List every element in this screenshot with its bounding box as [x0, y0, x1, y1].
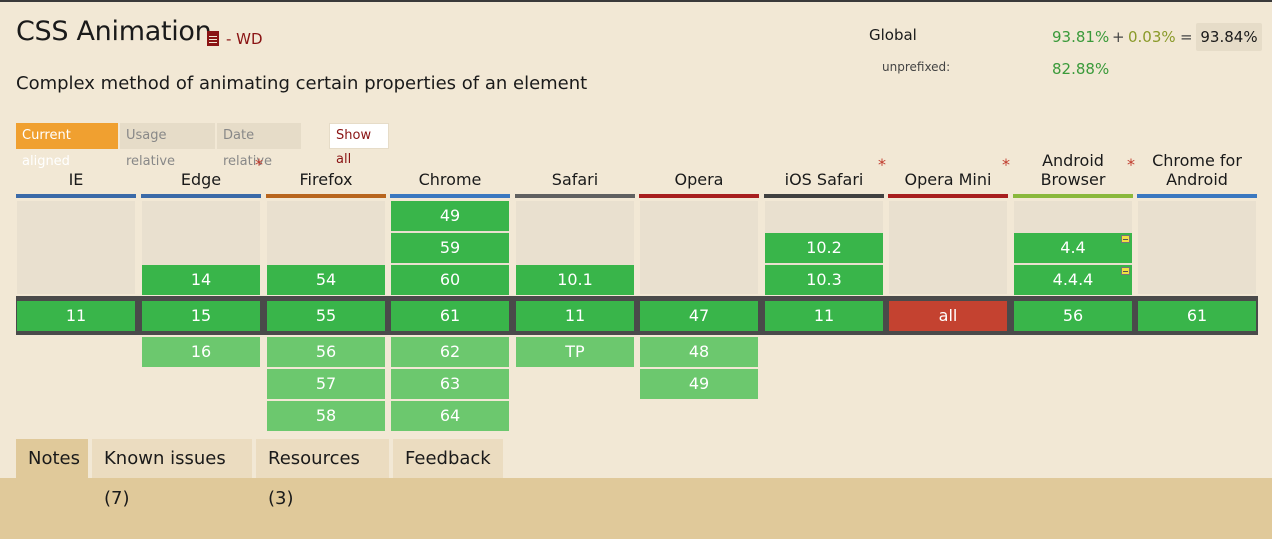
- view-usage-relative-tab[interactable]: Usage relative: [120, 123, 215, 169]
- prefix-note-asterisk[interactable]: *: [1127, 155, 1135, 174]
- browser-name: Edge: [180, 170, 222, 189]
- future-version-cell[interactable]: 63: [391, 369, 509, 399]
- browser-header[interactable]: Android Browser *: [1013, 151, 1135, 198]
- usage-partial-percent: 0.03%: [1128, 28, 1176, 46]
- current-version-cell[interactable]: 47: [640, 301, 758, 331]
- browser-color-bar: [515, 194, 635, 198]
- browser-name: IE: [68, 170, 84, 189]
- browser-color-bar: [888, 194, 1008, 198]
- future-version-cell[interactable]: 56: [267, 337, 385, 367]
- spec-status-link[interactable]: - WD: [226, 30, 263, 48]
- usage-plus-sign: +: [1112, 28, 1125, 46]
- current-version-cell[interactable]: 61: [1138, 301, 1256, 331]
- future-version-cell[interactable]: 57: [267, 369, 385, 399]
- browser-header[interactable]: iOS Safari *: [764, 153, 886, 198]
- browser-name: Chrome for Android: [1137, 151, 1257, 189]
- version-cell[interactable]: 4.4.4: [1014, 265, 1132, 295]
- future-version-cell[interactable]: 62: [391, 337, 509, 367]
- show-all-button[interactable]: Show all: [329, 123, 389, 167]
- browser-header[interactable]: Opera: [639, 153, 759, 198]
- info-panel: [0, 478, 1272, 539]
- browser-header[interactable]: Edge *: [141, 153, 263, 198]
- browser-name: Firefox: [299, 170, 353, 189]
- version-cell[interactable]: 59: [391, 233, 509, 263]
- browser-header[interactable]: Safari: [515, 153, 635, 198]
- usage-total-percent: 93.84%: [1196, 23, 1262, 51]
- future-version-cell[interactable]: 49: [640, 369, 758, 399]
- feature-description: Complex method of animating certain prop…: [16, 73, 588, 94]
- version-cell[interactable]: 10.1: [516, 265, 634, 295]
- past-versions-area: [17, 201, 135, 294]
- usage-equals-sign: =: [1180, 28, 1193, 46]
- usage-unprefixed-label: unprefixed:: [882, 60, 951, 74]
- browser-name-line: Android: [1042, 151, 1104, 170]
- past-versions-area: [640, 201, 758, 294]
- future-version-cell[interactable]: 48: [640, 337, 758, 367]
- current-version-cell[interactable]: 11: [765, 301, 883, 331]
- browser-color-bar: [16, 194, 136, 198]
- browser-color-bar: [266, 194, 386, 198]
- version-cell[interactable]: 60: [391, 265, 509, 295]
- browser-header[interactable]: Chrome: [390, 153, 510, 198]
- browser-name: Opera: [674, 170, 724, 189]
- info-tab[interactable]: Feedback: [393, 439, 503, 478]
- browser-name: Safari: [551, 170, 599, 189]
- browser-color-bar: [141, 194, 261, 198]
- current-version-cell[interactable]: 56: [1014, 301, 1132, 331]
- future-version-cell[interactable]: 64: [391, 401, 509, 431]
- past-versions-area: [1138, 201, 1256, 294]
- browser-header[interactable]: Chrome for Android: [1137, 151, 1257, 198]
- future-version-cell[interactable]: TP: [516, 337, 634, 367]
- browser-name-line: Android: [1166, 170, 1228, 189]
- current-version-cell[interactable]: 61: [391, 301, 509, 331]
- browser-color-bar: [1013, 194, 1133, 198]
- prefix-note-asterisk[interactable]: *: [878, 155, 886, 174]
- current-version-cell[interactable]: 55: [267, 301, 385, 331]
- browser-name: Android Browser: [1013, 151, 1133, 189]
- info-tab[interactable]: Resources (3): [256, 439, 389, 509]
- browser-header[interactable]: Opera Mini *: [888, 153, 1010, 198]
- browser-color-bar: [639, 194, 759, 198]
- current-version-cell[interactable]: 11: [516, 301, 634, 331]
- browser-name-line: Chrome for: [1152, 151, 1242, 170]
- prefix-note-asterisk[interactable]: *: [255, 155, 263, 174]
- browser-name: iOS Safari: [784, 170, 864, 189]
- browser-name-line: Browser: [1040, 170, 1106, 189]
- view-date-relative-tab[interactable]: Date relative: [217, 123, 301, 169]
- version-cell[interactable]: 4.4: [1014, 233, 1132, 263]
- browser-name: Chrome: [418, 170, 482, 189]
- future-version-cell[interactable]: 58: [267, 401, 385, 431]
- current-version-cell[interactable]: 11: [17, 301, 135, 331]
- browser-header[interactable]: Firefox: [266, 153, 386, 198]
- version-cell[interactable]: 54: [267, 265, 385, 295]
- document-icon[interactable]: [207, 31, 219, 46]
- browser-header[interactable]: IE: [16, 153, 136, 198]
- prefix-note-asterisk[interactable]: *: [1002, 155, 1010, 174]
- info-tab[interactable]: Notes: [16, 439, 88, 478]
- version-cell[interactable]: 49: [391, 201, 509, 231]
- usage-supported-percent: 93.81%: [1052, 28, 1110, 46]
- browser-name: Opera Mini: [904, 170, 992, 189]
- browser-color-bar: [390, 194, 510, 198]
- info-tab[interactable]: Known issues (7): [92, 439, 252, 509]
- usage-global-label: Global: [869, 26, 917, 44]
- usage-unprefixed-percent: 82.88%: [1052, 60, 1110, 78]
- past-versions-area: [889, 201, 1007, 294]
- browser-color-bar: [1137, 194, 1257, 198]
- future-version-cell[interactable]: 16: [142, 337, 260, 367]
- partial-note-flag-icon: [1121, 267, 1130, 275]
- view-current-aligned-tab[interactable]: Current aligned: [16, 123, 118, 169]
- current-version-cell[interactable]: all: [889, 301, 1007, 331]
- version-cell[interactable]: 10.2: [765, 233, 883, 263]
- current-version-cell[interactable]: 15: [142, 301, 260, 331]
- version-cell[interactable]: 10.3: [765, 265, 883, 295]
- version-cell[interactable]: 14: [142, 265, 260, 295]
- browser-color-bar: [764, 194, 884, 198]
- feature-title: CSS Animation: [16, 16, 212, 47]
- partial-note-flag-icon: [1121, 235, 1130, 243]
